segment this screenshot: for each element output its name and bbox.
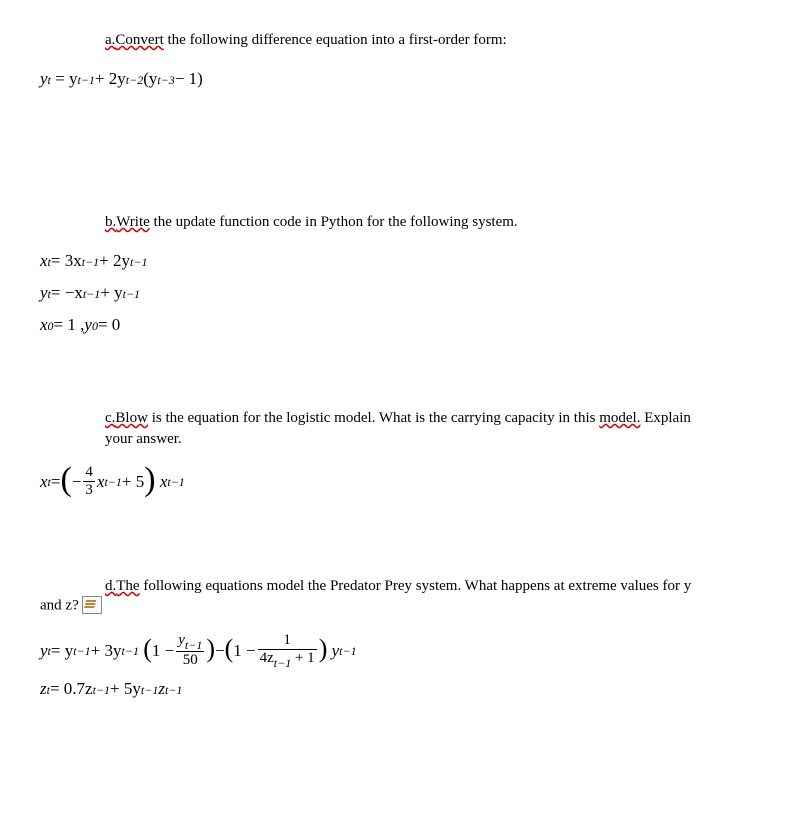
label-a: a.Convert <box>105 32 164 48</box>
text-a: the following difference equation into a… <box>164 32 507 48</box>
prompt-c: c.Blow is the equation for the logistic … <box>105 408 757 450</box>
prompt-d: d.The following equations model the Pred… <box>105 578 757 595</box>
prompt-a: a.Convert the following difference equat… <box>105 30 757 51</box>
fraction-d2: 1 4zt−1 + 1 <box>258 633 317 668</box>
prompt-d-line2: and z? <box>40 597 757 615</box>
text-b: the update function code in Python for t… <box>150 214 518 230</box>
equation-a: yt = yt−1 + 2yt−2(yt−3 − 1) <box>40 66 757 92</box>
question-a: a.Convert the following difference equat… <box>40 30 757 92</box>
question-c: c.Blow is the equation for the logistic … <box>40 408 757 498</box>
question-d: d.The following equations model the Pred… <box>40 578 757 702</box>
equation-editor-icon[interactable] <box>82 596 102 614</box>
prompt-b: b.Write the update function code in Pyth… <box>105 212 757 233</box>
label-c: c.Blow <box>105 410 148 426</box>
label-b: b.Write <box>105 214 150 230</box>
equation-d1: yt = yt−1 + 3yt−1 (1 − yt−1 50 ) − (1 − … <box>40 633 757 668</box>
text-d: following equations model the Predator P… <box>140 578 692 594</box>
fraction-d1: yt−1 50 <box>176 633 204 668</box>
equation-d2: zt = 0.7zt−1 + 5yt−1zt−1 <box>40 676 757 702</box>
question-b: b.Write the update function code in Pyth… <box>40 212 757 338</box>
andz-text: and z? <box>40 597 82 613</box>
fraction-c: 4 3 <box>83 465 95 498</box>
text-c2: Explain <box>640 410 690 426</box>
text-model: model. <box>599 410 640 426</box>
equation-b2: yt = −xt−1 + yt−1 <box>40 280 757 306</box>
label-d: d.The <box>105 578 140 594</box>
equation-b3: x0 = 1 , y0 = 0 <box>40 312 757 338</box>
equation-c: xt = ( − 4 3 xt−1 + 5 ) xt−1 <box>40 465 757 498</box>
equation-b1: xt = 3xt−1 + 2yt−1 <box>40 248 757 274</box>
text-c-line2: your answer. <box>105 431 182 447</box>
text-c1: is the equation for the logistic model. … <box>148 410 599 426</box>
